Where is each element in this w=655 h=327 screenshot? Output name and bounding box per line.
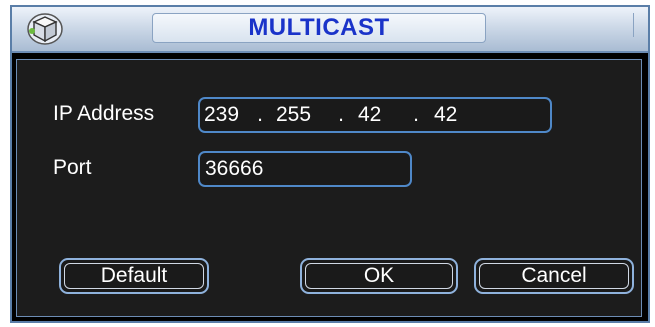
title-bar: MULTICAST <box>12 7 648 53</box>
ip-separator: . <box>338 103 344 126</box>
ip-separator: . <box>413 103 419 126</box>
ip-octet-2[interactable]: 255 <box>276 103 324 127</box>
default-button[interactable]: Default <box>59 258 209 294</box>
title-box: MULTICAST <box>152 13 486 43</box>
settings-panel: IP Address 239 . 255 . 42 . 42 Port 3666… <box>16 59 642 317</box>
ip-separator: . <box>257 103 263 126</box>
ip-octet-4[interactable]: 42 <box>434 103 474 127</box>
ip-address-label: IP Address <box>53 102 155 125</box>
ip-octet-1[interactable]: 239 <box>200 103 244 127</box>
default-button-label: Default <box>100 264 168 287</box>
ip-octet-3[interactable]: 42 <box>358 103 398 127</box>
network-cube-icon <box>27 13 63 45</box>
port-input[interactable]: 36666 <box>198 151 412 187</box>
port-label: Port <box>53 156 92 179</box>
close-icon[interactable] <box>633 13 642 37</box>
ok-button[interactable]: OK <box>300 258 458 294</box>
cancel-button-label: Cancel <box>521 264 587 287</box>
ip-address-input[interactable]: 239 . 255 . 42 . 42 <box>198 97 552 133</box>
dialog-title: MULTICAST <box>248 14 390 41</box>
multicast-dialog: MULTICAST IP Address 239 . 255 . 42 . 42… <box>10 5 650 323</box>
ok-button-label: OK <box>363 264 395 287</box>
port-value: 36666 <box>205 157 264 180</box>
cancel-button[interactable]: Cancel <box>474 258 634 294</box>
